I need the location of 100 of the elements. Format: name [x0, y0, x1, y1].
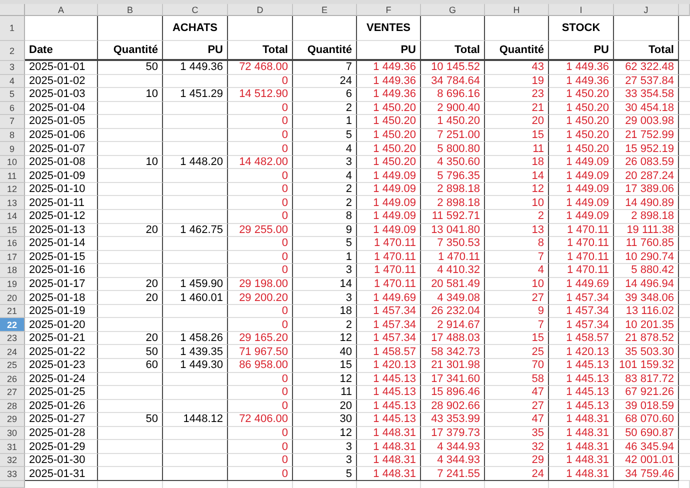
row-header[interactable]: 3	[0, 61, 25, 75]
table-cell: 1 449.09	[549, 182, 614, 196]
empty-cell	[163, 128, 228, 142]
table-cell: 14	[293, 278, 357, 292]
row-header[interactable]: 24	[0, 345, 25, 360]
row-header[interactable]: 23	[0, 332, 25, 346]
row-header[interactable]: 28	[0, 400, 25, 414]
table-cell: 1 445.13	[549, 359, 614, 373]
table-cell: 86 958.00	[228, 359, 293, 373]
row-header[interactable]: 8	[0, 128, 25, 142]
table-cell: 32	[485, 440, 549, 454]
table-cell: 4 350.60	[421, 156, 485, 170]
table-cell: 7	[485, 250, 549, 264]
table-cell: 1 470.11	[357, 264, 421, 278]
table-cell: 43 353.99	[421, 413, 485, 427]
table-cell: 1 449.09	[357, 169, 421, 183]
column-header[interactable]: D	[228, 4, 293, 16]
column-header[interactable]: J	[614, 4, 679, 16]
select-all-corner[interactable]	[0, 4, 25, 16]
table-cell: 15	[485, 128, 549, 142]
empty-cell	[98, 264, 163, 278]
column-title: Quantité	[98, 41, 163, 61]
row-header[interactable]: 33	[0, 467, 25, 481]
empty-cell	[163, 400, 228, 414]
row-header[interactable]: 31	[0, 440, 25, 454]
row-header[interactable]: 1	[0, 16, 25, 41]
empty-cell	[98, 372, 163, 386]
table-cell: 1 449.09	[357, 224, 421, 238]
table-cell: 2025-01-12	[25, 210, 98, 224]
empty-cell	[163, 210, 228, 224]
table-cell: 1 470.11	[421, 250, 485, 264]
column-header[interactable]: A	[25, 4, 98, 16]
row-header[interactable]: 30	[0, 426, 25, 440]
row-header[interactable]: 9	[0, 142, 25, 156]
column-header[interactable]: I	[549, 4, 614, 16]
row-header[interactable]: 27	[0, 386, 25, 400]
row-header[interactable]: 2	[0, 41, 25, 61]
row-header[interactable]: 32	[0, 454, 25, 468]
row-header[interactable]: 12	[0, 182, 25, 196]
empty-cell	[98, 440, 163, 454]
table-cell: 1 445.13	[357, 400, 421, 414]
table-cell: 1 470.11	[549, 250, 614, 264]
row-header[interactable]: 11	[0, 169, 25, 183]
row-header[interactable]: 7	[0, 115, 25, 129]
table-cell: 2025-01-16	[25, 264, 98, 278]
row-header[interactable]: 17	[0, 250, 25, 264]
table-cell: 0	[228, 386, 293, 400]
table-cell: 58	[485, 372, 549, 386]
table-cell: 2025-01-07	[25, 142, 98, 156]
table-cell: 1 458.57	[549, 332, 614, 346]
row-header[interactable]: 15	[0, 224, 25, 238]
column-header[interactable]: H	[485, 4, 549, 16]
table-cell: 0	[228, 142, 293, 156]
row-header[interactable]: 25	[0, 359, 25, 373]
empty-cell	[98, 102, 163, 116]
row-header[interactable]: 4	[0, 74, 25, 88]
row-header[interactable]: 20	[0, 291, 25, 305]
column-header[interactable]	[679, 4, 690, 16]
table-cell: 1 457.34	[357, 304, 421, 318]
table-cell: 1 450.20	[357, 102, 421, 116]
table-cell: 25	[485, 345, 549, 360]
table-cell: 4 344.93	[421, 454, 485, 468]
table-cell: 0	[228, 318, 293, 332]
table-cell: 7 251.00	[421, 128, 485, 142]
row-header[interactable]: 6	[0, 102, 25, 116]
table-cell: 1 450.20	[357, 115, 421, 129]
table-cell: 1 470.11	[357, 278, 421, 292]
table-cell: 1 457.34	[549, 318, 614, 332]
row-header[interactable]: 5	[0, 88, 25, 102]
table-cell: 2025-01-14	[25, 237, 98, 251]
table-cell: 10	[98, 88, 163, 102]
row-header[interactable]: 18	[0, 264, 25, 278]
empty-cell	[98, 210, 163, 224]
table-cell: 58 342.73	[421, 345, 485, 360]
column-header[interactable]: E	[293, 4, 357, 16]
column-header[interactable]: G	[421, 4, 485, 16]
row-header[interactable]: 10	[0, 156, 25, 170]
table-cell: 1 449.36	[549, 74, 614, 88]
table-cell: 1 460.01	[163, 291, 228, 305]
row-header[interactable]: 13	[0, 196, 25, 210]
row-header[interactable]: 26	[0, 372, 25, 386]
table-cell: 12	[485, 182, 549, 196]
row-header[interactable]: 19	[0, 278, 25, 292]
table-cell: 1 450.20	[549, 115, 614, 129]
column-header[interactable]: F	[357, 4, 421, 16]
row-header[interactable]: 21	[0, 304, 25, 318]
row-header[interactable]: 16	[0, 237, 25, 251]
row-header[interactable]: 14	[0, 210, 25, 224]
table-cell: 0	[228, 454, 293, 468]
table-cell: 1 449.36	[549, 61, 614, 75]
table-cell: 2025-01-03	[25, 88, 98, 102]
table-cell: 13	[485, 224, 549, 238]
row-header[interactable]: 29	[0, 413, 25, 427]
table-cell: 20	[293, 400, 357, 414]
table-cell: 18	[485, 156, 549, 170]
table-cell: 1 462.75	[163, 224, 228, 238]
column-header[interactable]: B	[98, 4, 163, 16]
table-cell: 1 448.31	[549, 426, 614, 440]
column-header[interactable]: C	[163, 4, 228, 16]
table-cell: 2025-01-18	[25, 291, 98, 305]
